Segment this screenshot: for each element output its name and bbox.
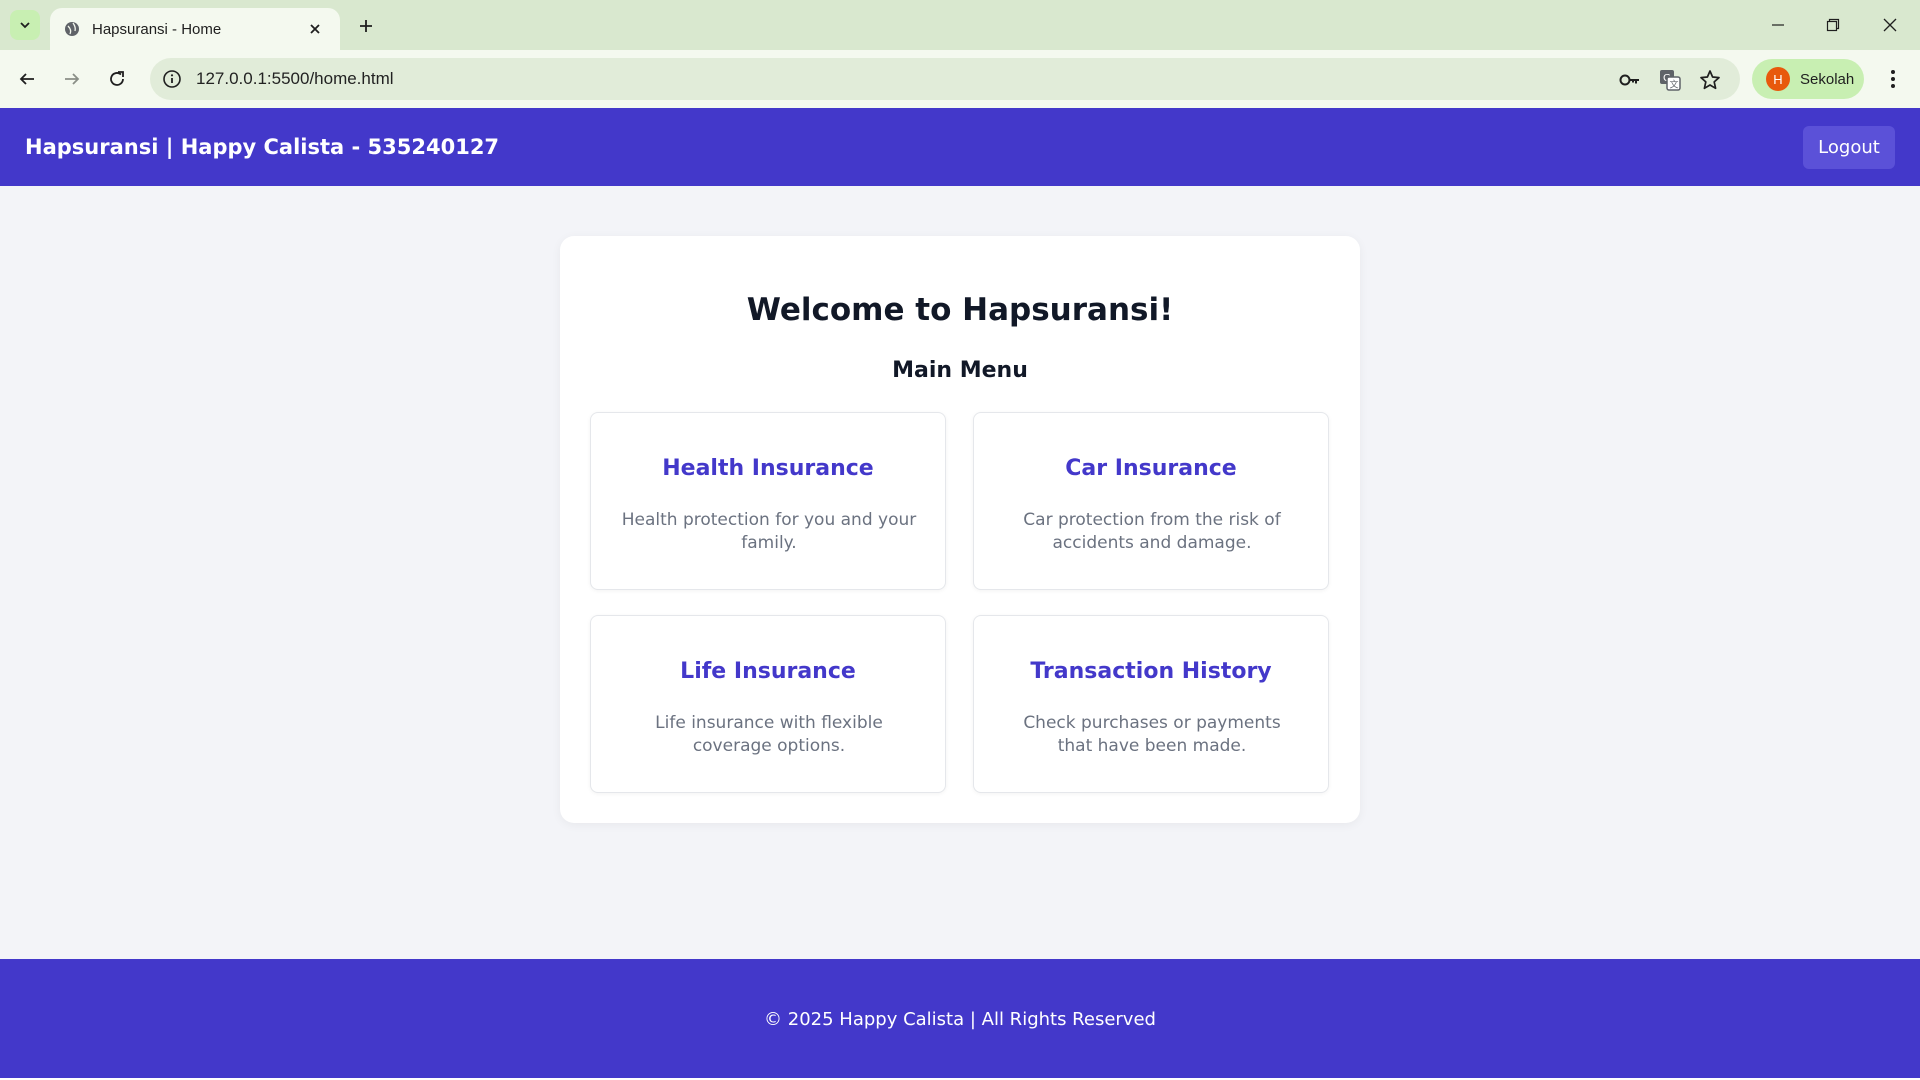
new-tab-button[interactable] [352,12,380,40]
kebab-menu-icon [1891,70,1895,88]
site-header: Hapsuransi | Happy Calista - 535240127 L… [0,108,1920,186]
minimize-button[interactable] [1758,8,1798,42]
info-icon[interactable] [162,69,182,89]
minimize-icon [1772,24,1784,26]
chevron-down-icon [20,22,30,29]
menu-card-description: Car protection from the risk of accident… [1023,510,1281,553]
reload-button[interactable] [100,62,134,96]
site-footer: © 2025 Happy Calista | All Rights Reserv… [0,959,1920,1079]
restore-button[interactable] [1813,8,1853,42]
profile-button[interactable]: H Sekolah [1752,59,1864,99]
browser-toolbar: 127.0.0.1:5500/home.html G文 H Sekolah [0,50,1920,108]
main-card: Welcome to Hapsuransi! Main Menu Health … [560,236,1360,823]
menu-card-description: Life insurance with flexible coverage op… [655,713,883,756]
translate-button[interactable]: G文 [1658,68,1682,92]
menu-card-life-insurance[interactable]: Life Insurance Life insurance with flexi… [590,615,946,793]
menu-card-description: Check purchases or payments that have be… [1023,713,1281,756]
avatar: H [1766,67,1790,91]
forward-button[interactable] [55,62,89,96]
restore-icon [1826,18,1840,32]
browser-menu-button[interactable] [1878,62,1908,96]
forward-icon [65,73,80,85]
logout-button[interactable]: Logout [1803,125,1895,169]
close-tab-button[interactable] [304,18,326,40]
main-menu-heading: Main Menu [892,358,1028,383]
bookmark-button[interactable] [1698,68,1722,92]
back-icon [19,73,34,85]
window-close-button[interactable] [1870,8,1910,42]
plus-icon [360,20,372,32]
key-icon [1619,74,1639,86]
translate-icon: G文 [1660,70,1681,91]
reload-icon [110,71,124,86]
site-brand: Hapsuransi | Happy Calista - 535240127 [25,135,500,159]
menu-card-title: Car Insurance [1065,456,1237,481]
close-icon [310,24,320,34]
svg-text:文: 文 [1670,79,1679,91]
menu-card-health-insurance[interactable]: Health Insurance Health protection for y… [590,412,946,590]
menu-card-title: Transaction History [1030,659,1272,684]
menu-card-title: Life Insurance [680,659,856,684]
browser-tab-strip: Hapsuransi - Home [0,0,1920,50]
globe-icon [65,22,79,36]
star-icon [1700,70,1720,90]
tab-title: Hapsuransi - Home [92,20,222,38]
active-tab[interactable]: Hapsuransi - Home [50,8,340,50]
url-text[interactable]: 127.0.0.1:5500/home.html [196,69,394,89]
address-bar[interactable]: 127.0.0.1:5500/home.html G文 [150,58,1740,100]
menu-card-transaction-history[interactable]: Transaction History Check purchases or p… [973,615,1329,793]
tab-list-button[interactable] [10,10,40,40]
menu-card-description: Health protection for you and your famil… [621,510,917,553]
password-key-button[interactable] [1618,68,1642,92]
menu-card-car-insurance[interactable]: Car Insurance Car protection from the ri… [973,412,1329,590]
menu-card-title: Health Insurance [662,456,874,481]
welcome-heading: Welcome to Hapsuransi! [746,292,1174,328]
window-close-icon [1883,18,1897,32]
back-button[interactable] [10,62,44,96]
footer-copyright: © 2025 Happy Calista | All Rights Reserv… [764,1008,1156,1030]
profile-name: Sekolah [1800,70,1855,88]
